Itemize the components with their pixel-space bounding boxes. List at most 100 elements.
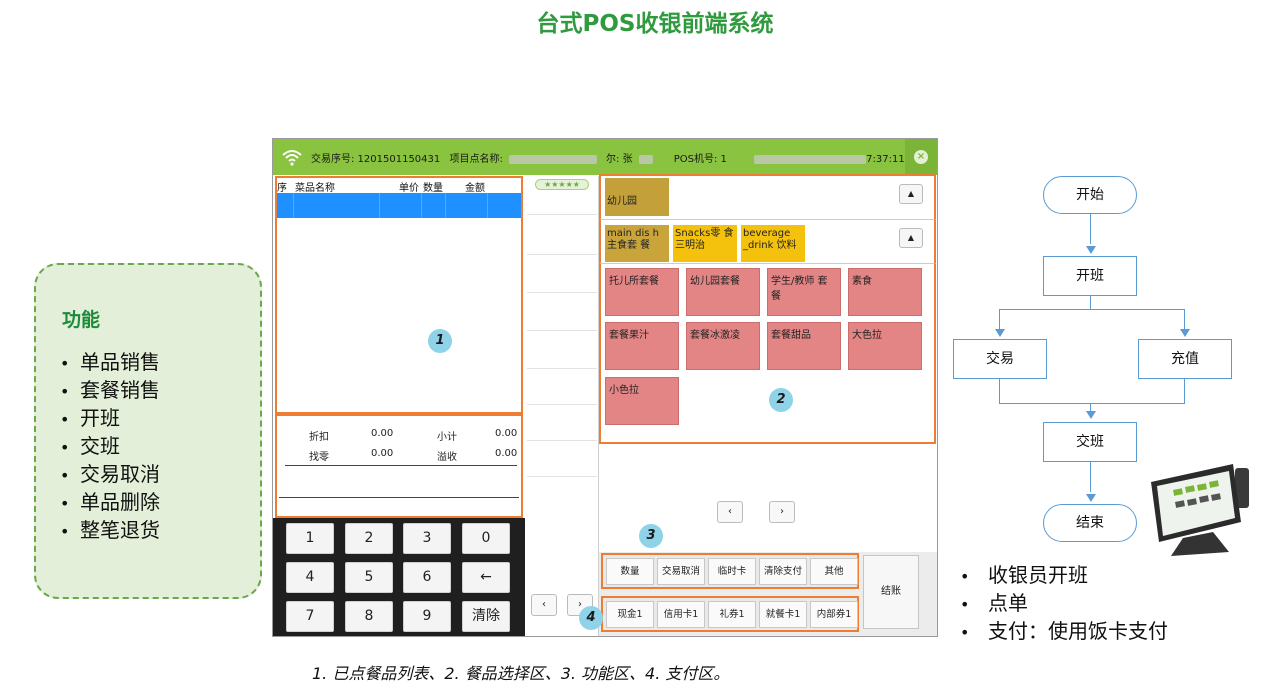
key-7[interactable]: 7 (286, 601, 334, 632)
column-dish-name: 菜品名称 (295, 183, 335, 194)
key-8[interactable]: 8 (345, 601, 393, 632)
feature-item: 开班 (60, 405, 160, 433)
dish-item[interactable]: 套餐果汁 (605, 322, 679, 370)
category-kindergarten[interactable]: 幼儿园 (605, 178, 669, 216)
function-row: 数量 交易取消 临时卡 清除支付 其他 (601, 553, 859, 589)
pos-number: POS机号: 1 (673, 154, 727, 165)
feature-panel: 功能 单品销售 套餐销售 开班 交班 交易取消 单品删除 整笔退货 (34, 263, 262, 599)
column-unit-price: 单价 (399, 183, 419, 194)
dish-item[interactable]: 素食 (848, 268, 922, 316)
redacted-store-name (508, 154, 597, 164)
key-1[interactable]: 1 (286, 523, 334, 554)
dish-item[interactable]: 幼儿园套餐 (686, 268, 760, 316)
subtotal-label: 小计 (437, 432, 457, 443)
key-3[interactable]: 3 (403, 523, 451, 554)
cancel-transaction-button[interactable]: 交易取消 (657, 558, 705, 585)
credit-card-button[interactable]: 信用卡1 (657, 601, 705, 628)
divider (279, 497, 519, 498)
transaction-number: 交易序号: 1201501150431 (311, 154, 441, 165)
middle-panel: ★★★★★ ‹ › (525, 176, 599, 636)
flow-open-shift: 开班 (1043, 256, 1137, 296)
feature-item: 交易取消 (60, 461, 160, 489)
feature-heading: 功能 (62, 309, 101, 331)
close-icon[interactable]: × (905, 139, 937, 175)
column-amount: 金额 (465, 183, 485, 194)
prev-page-button[interactable]: ‹ (531, 594, 557, 616)
internal-voucher-button[interactable]: 内部券1 (810, 601, 858, 628)
flow-start: 开始 (1043, 176, 1137, 214)
feature-list: 单品销售 套餐销售 开班 交班 交易取消 单品删除 整笔退货 (60, 349, 160, 545)
dish-item[interactable]: 大色拉 (848, 322, 922, 370)
key-6[interactable]: 6 (403, 562, 451, 593)
backspace-key[interactable]: ← (462, 562, 510, 593)
cash-button[interactable]: 现金1 (606, 601, 654, 628)
dish-selection-area: 托儿所套餐 幼儿园套餐 学生/教师 套餐 素食 套餐果汁 套餐冰激凌 套餐甜品 … (599, 264, 936, 444)
dish-item[interactable]: 学生/教师 套餐 (767, 268, 841, 316)
note-item: 收银员开班 (960, 562, 1168, 590)
category-group-row: 幼儿园 ▲ (599, 174, 936, 219)
discount-label: 折扣 (309, 432, 329, 443)
scroll-up-button[interactable]: ▲ (899, 184, 923, 204)
zone-badge-4: 4 (579, 606, 603, 630)
meal-card-button[interactable]: 就餐卡1 (759, 601, 807, 628)
zone-badge-2: 2 (769, 388, 793, 412)
subtotal-value: 0.00 (495, 428, 518, 439)
change-value: 0.00 (371, 448, 394, 459)
key-9[interactable]: 9 (403, 601, 451, 632)
gift-voucher-button[interactable]: 礼券1 (708, 601, 756, 628)
wifi-icon (282, 150, 302, 166)
flow-recharge: 充值 (1138, 339, 1232, 379)
redacted-cashier (638, 154, 653, 164)
pos-screen: 交易序号: 1201501150431 项目点名称: 尔: 张 POS机号: 1… (272, 138, 938, 637)
category-main-dish[interactable]: main dis h主食套 餐 (605, 225, 669, 262)
dish-prev-page-button[interactable]: ‹ (717, 501, 743, 523)
header-time: 7:37:11 (866, 154, 905, 165)
temp-card-button[interactable]: 临时卡 (708, 558, 756, 585)
dish-item[interactable]: 托儿所套餐 (605, 268, 679, 316)
page-title: 台式POS收银前端系统 (536, 11, 774, 37)
cashier-label: 尔: 张 (606, 154, 633, 165)
figure-caption: 1. 已点餐品列表、2. 餐品选择区、3. 功能区、4. 支付区。 (312, 664, 730, 683)
pos-terminal-icon (1151, 464, 1249, 556)
zone-badge-1: 1 (428, 329, 452, 353)
dish-item[interactable]: 套餐冰激凌 (686, 322, 760, 370)
change-label: 找零 (309, 452, 329, 463)
order-list-header: 序 菜品名称 单价 数量 金额 (277, 178, 521, 194)
feature-item: 单品删除 (60, 489, 160, 517)
key-4[interactable]: 4 (286, 562, 334, 593)
feature-item: 交班 (60, 433, 160, 461)
quantity-button[interactable]: 数量 (606, 558, 654, 585)
action-area: 数量 交易取消 临时卡 清除支付 其他 现金1 信用卡1 礼券1 就餐卡1 内部… (599, 552, 937, 636)
numeric-keypad: 1 2 3 0 4 5 6 ← 7 8 9 清除 (273, 518, 525, 636)
dish-item[interactable]: 小色拉 (605, 377, 679, 425)
category-row: main dis h主食套 餐 Snacks零 食三明治 beverage _d… (599, 219, 936, 264)
table-row[interactable] (277, 193, 521, 218)
order-summary: 折扣 0.00 小计 0.00 找零 0.00 溢收 0.00 (275, 414, 523, 518)
flow-close-shift: 交班 (1043, 422, 1137, 462)
checkout-button[interactable]: 结账 (863, 555, 919, 629)
feature-item: 整笔退货 (60, 517, 160, 545)
other-button[interactable]: 其他 (810, 558, 858, 585)
zone-badge-3: 3 (639, 524, 663, 548)
order-list-panel: 序 菜品名称 单价 数量 金额 (275, 176, 523, 414)
redacted-date (754, 154, 867, 164)
overflow-value: 0.00 (495, 448, 518, 459)
scroll-up-button[interactable]: ▲ (899, 228, 923, 248)
dish-item[interactable]: 套餐甜品 (767, 322, 841, 370)
feature-item: 单品销售 (60, 349, 160, 377)
key-0[interactable]: 0 (462, 523, 510, 554)
flow-trade: 交易 (953, 339, 1047, 379)
clear-payment-button[interactable]: 清除支付 (759, 558, 807, 585)
divider (285, 465, 517, 466)
key-2[interactable]: 2 (345, 523, 393, 554)
process-notes: 收银员开班 点单 支付：使用饭卡支付 (960, 562, 1168, 646)
dish-next-page-button[interactable]: › (769, 501, 795, 523)
category-beverage[interactable]: beverage _drink 饮料 (741, 225, 805, 262)
category-snacks[interactable]: Snacks零 食三明治 (673, 225, 737, 262)
flow-end: 结束 (1043, 504, 1137, 542)
key-5[interactable]: 5 (345, 562, 393, 593)
store-name-label: 项目点名称: (449, 154, 503, 165)
header-info: 交易序号: 1201501150431 项目点名称: 尔: 张 POS机号: 1… (311, 150, 911, 165)
clear-key[interactable]: 清除 (462, 601, 510, 632)
column-index: 序 (277, 183, 287, 194)
